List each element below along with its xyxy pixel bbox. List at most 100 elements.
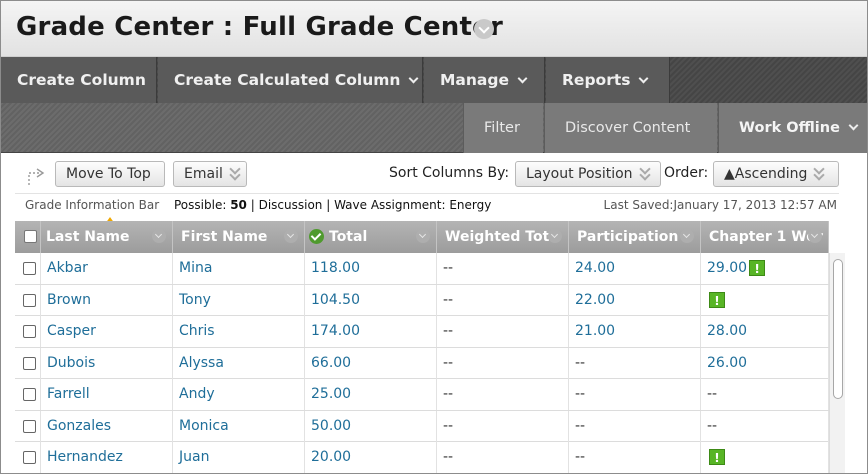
chevron-down-icon[interactable]: [474, 19, 494, 39]
cell-total[interactable]: 25.00: [305, 379, 437, 410]
chevron-down-icon[interactable]: [808, 229, 822, 243]
cell-total[interactable]: 174.00: [305, 316, 437, 347]
cell-chapter-1-work[interactable]: 29.00!: [701, 253, 829, 284]
cell-first-name[interactable]: Mina: [173, 253, 305, 284]
cell-last-name[interactable]: Akbar: [41, 253, 173, 284]
info-bar-label: Grade Information Bar: [25, 198, 160, 212]
cell-chapter-1-work[interactable]: --: [701, 410, 829, 442]
chevron-down-icon[interactable]: [416, 229, 430, 243]
cell-chapter-1-work[interactable]: --: [701, 379, 829, 410]
cell-weighted-total[interactable]: --: [437, 316, 569, 347]
header-total[interactable]: Total: [305, 221, 437, 253]
cell-last-name[interactable]: Brown: [41, 284, 173, 316]
chevron-down-icon[interactable]: [548, 229, 562, 243]
move-arrow-icon: [28, 168, 45, 185]
cell-first-name[interactable]: Chris: [173, 316, 305, 347]
possible-label: Possible:: [174, 198, 227, 212]
cell-value: 174.00: [311, 323, 360, 339]
cell-first-name[interactable]: Alyssa: [173, 347, 305, 379]
cell-last-name[interactable]: Dubois: [41, 347, 173, 379]
cell-value: 118.00: [311, 260, 360, 276]
cell-value: --: [443, 449, 454, 465]
cell-first-name[interactable]: Andy: [173, 379, 305, 410]
cell-total[interactable]: 50.00: [305, 410, 437, 442]
cell-first-name[interactable]: Tony: [173, 284, 305, 316]
row-checkbox[interactable]: [23, 262, 36, 275]
cell-chapter-1-work[interactable]: !: [701, 284, 829, 316]
chevron-down-icon[interactable]: [680, 229, 694, 243]
row-checkbox[interactable]: [23, 419, 36, 433]
header-first-name[interactable]: First Name: [173, 221, 305, 253]
sort-columns-select[interactable]: Layout Position: [515, 161, 661, 187]
cell-weighted-total[interactable]: --: [437, 410, 569, 442]
row-checkbox[interactable]: [23, 325, 36, 338]
cell-weighted-total[interactable]: --: [437, 284, 569, 316]
cell-value: Brown: [47, 291, 91, 308]
cell-first-name[interactable]: Monica: [173, 410, 305, 442]
cell-participation[interactable]: --: [569, 442, 701, 473]
chevron-down-icon[interactable]: [284, 229, 298, 243]
row-select-cell: [15, 410, 41, 442]
cell-total[interactable]: 118.00: [305, 253, 437, 284]
vertical-scrollbar[interactable]: [829, 253, 845, 473]
header-chapter-1-work[interactable]: Chapter 1 Wor: [701, 221, 829, 253]
cell-value: Akbar: [47, 260, 88, 276]
row-select-cell: [15, 253, 41, 284]
move-to-top-button[interactable]: Move To Top: [55, 161, 165, 187]
cell-value: 24.00: [575, 260, 616, 276]
chevron-down-icon[interactable]: [152, 229, 166, 243]
email-button[interactable]: Email: [173, 161, 247, 187]
header-weighted-total[interactable]: Weighted Tota: [437, 221, 569, 253]
cell-participation[interactable]: --: [569, 347, 701, 379]
row-select-cell: [15, 347, 41, 379]
manage-button[interactable]: Manage: [424, 57, 545, 103]
discover-content-button[interactable]: Discover Content: [544, 103, 717, 153]
cell-total[interactable]: 20.00: [305, 442, 437, 473]
info-details: | Discussion | Wave Assignment: Energy: [250, 198, 492, 212]
header-last-name[interactable]: Last Name: [41, 221, 173, 253]
cell-last-name[interactable]: Hernandez: [41, 442, 173, 473]
cell-participation[interactable]: 21.00: [569, 316, 701, 347]
header-participation[interactable]: Participation: [569, 221, 701, 253]
grade-information-bar: Grade Information Bar Possible: 50 | Dis…: [15, 193, 839, 215]
cell-participation[interactable]: 22.00: [569, 284, 701, 316]
row-checkbox[interactable]: [23, 388, 36, 401]
cell-value: 25.00: [311, 386, 352, 402]
cell-participation[interactable]: 24.00: [569, 253, 701, 284]
filter-button[interactable]: Filter: [463, 103, 543, 153]
cell-participation[interactable]: --: [569, 410, 701, 442]
cell-last-name[interactable]: Farrell: [41, 379, 173, 410]
needs-grading-icon[interactable]: !: [709, 291, 725, 308]
row-checkbox[interactable]: [23, 293, 36, 307]
manage-label: Manage: [440, 71, 509, 89]
create-calculated-column-button[interactable]: Create Calculated Column: [158, 57, 423, 103]
cell-total[interactable]: 104.50: [305, 284, 437, 316]
cell-last-name[interactable]: Casper: [41, 316, 173, 347]
work-offline-button[interactable]: Work Offline: [718, 103, 867, 153]
cell-participation[interactable]: --: [569, 379, 701, 410]
needs-grading-icon[interactable]: !: [709, 449, 725, 465]
cell-value: 29.00: [707, 260, 748, 276]
cell-value: Dubois: [47, 354, 96, 371]
order-select[interactable]: ▲Ascending: [713, 161, 839, 187]
cell-chapter-1-work[interactable]: !: [701, 442, 829, 473]
cell-last-name[interactable]: Gonzales: [41, 410, 173, 442]
cell-weighted-total[interactable]: --: [437, 253, 569, 284]
row-checkbox[interactable]: [23, 356, 36, 370]
row-checkbox[interactable]: [23, 451, 36, 464]
create-column-button[interactable]: Create Column: [1, 57, 157, 103]
needs-grading-icon[interactable]: !: [749, 260, 766, 276]
cell-weighted-total[interactable]: --: [437, 347, 569, 379]
scrollbar-thumb[interactable]: [833, 259, 843, 399]
select-all-checkbox[interactable]: [24, 230, 37, 243]
cell-total[interactable]: 66.00: [305, 347, 437, 379]
cell-value: --: [707, 417, 718, 434]
cell-first-name[interactable]: Juan: [173, 442, 305, 473]
cell-chapter-1-work[interactable]: 28.00: [701, 316, 829, 347]
cell-weighted-total[interactable]: --: [437, 379, 569, 410]
cell-weighted-total[interactable]: --: [437, 442, 569, 473]
double-chevron-down-icon: [639, 168, 651, 180]
grid-header: Last Name First Name Total Weighted Tota…: [15, 221, 829, 253]
reports-button[interactable]: Reports: [546, 57, 670, 103]
cell-chapter-1-work[interactable]: 26.00: [701, 347, 829, 379]
